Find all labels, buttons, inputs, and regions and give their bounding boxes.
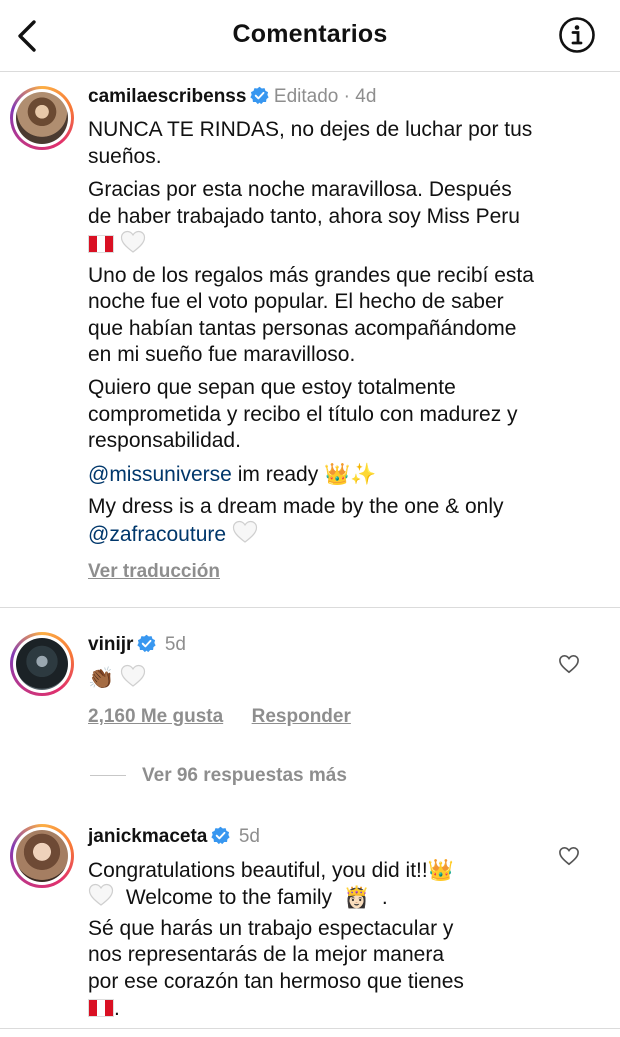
comment-period: . — [381, 886, 388, 909]
caption-line: noche fue el voto popular. El hecho de s… — [88, 290, 504, 313]
mention-missuniverse[interactable]: @missuniverse — [88, 463, 232, 486]
divider — [0, 607, 620, 608]
white-heart-icon — [120, 664, 146, 687]
sparkles-emoji: ✨ — [350, 462, 377, 486]
caption-line: comprometida y recibo el título con madu… — [88, 403, 518, 426]
page-title: Comentarios — [232, 20, 388, 48]
like-heart-icon[interactable] — [558, 846, 580, 866]
caption-line: que habían tantas personas acompañándome — [88, 317, 517, 340]
caption-line: Uno de los regalos más grandes que recib… — [88, 264, 534, 287]
caption-line: Gracias por esta noche maravillosa. Desp… — [88, 178, 512, 201]
verified-badge-icon — [211, 826, 230, 845]
clapping-hands-emoji: 👏🏾 — [88, 666, 115, 690]
white-heart-icon — [232, 520, 258, 543]
replies-dash — [90, 775, 126, 776]
caption-line: responsabilidad. — [88, 429, 241, 452]
caption-mention-line: @missuniverse im ready 👑✨ — [88, 461, 376, 488]
view-replies-button[interactable]: Ver 96 respuestas más — [142, 765, 347, 787]
crown-emoji: 👑 — [324, 462, 351, 486]
like-heart-icon[interactable] — [558, 654, 580, 674]
post-author-avatar[interactable] — [10, 86, 74, 150]
mention-zafracouture[interactable]: @zafracouture — [88, 523, 226, 546]
white-heart-icon — [88, 883, 114, 906]
caption-line: NUNCA TE RINDAS, no dejes de luchar por … — [88, 118, 533, 141]
comment-text: Welcome to the family — [125, 886, 333, 909]
comment-line: nos representarás de la mejor manera — [88, 943, 445, 966]
comment-line: Sé que harás un trabajo espectacular y — [88, 917, 454, 940]
verified-badge-icon — [137, 634, 157, 653]
comment-header: janickmaceta 5d — [88, 826, 260, 848]
post-edited-label: Editado — [273, 86, 339, 107]
commenter-avatar[interactable] — [10, 824, 74, 888]
post-header: camilaescribenss Editado · 4d — [88, 86, 377, 107]
comment-line: por ese corazón tan hermoso que tienes — [88, 970, 464, 993]
view-replies-label: Ver 96 respuestas más — [142, 765, 347, 786]
comment-line: Congratulations beautiful, you did it!!👑 — [88, 857, 454, 884]
comment-actions: 2,160 Me gusta Responder — [88, 706, 351, 728]
comment-username[interactable]: janickmaceta — [88, 826, 207, 847]
caption-line: My dress is a dream made by the one & on… — [88, 495, 504, 518]
post-time: 4d — [355, 86, 377, 107]
see-translation-link[interactable]: Ver traducción — [88, 561, 220, 583]
comment-text: Congratulations beautiful, you did it!! — [88, 859, 428, 882]
white-heart-icon — [120, 230, 145, 253]
comment-time: 5d — [164, 634, 186, 655]
comment-line: Welcome to the family 👸🏻 . — [88, 883, 388, 911]
princess-emoji: 👸🏻 — [343, 885, 371, 909]
comment-header: vinijr 5d — [88, 634, 186, 656]
caption-line: sueños. — [88, 145, 162, 168]
caption-mention-line: @zafracouture — [88, 520, 258, 548]
see-translation-label: Ver traducción — [88, 561, 220, 582]
caption-line: Quiero que sepan que estoy totalmente — [88, 376, 456, 399]
commenter-avatar[interactable] — [10, 632, 74, 696]
comment-emoji-line: . — [88, 996, 120, 1022]
comment-time: 5d — [238, 826, 260, 847]
likes-count-link[interactable]: 2,160 Me gusta — [88, 706, 223, 727]
reply-link[interactable]: Responder — [252, 706, 351, 727]
header-bar: Comentarios — [0, 0, 620, 72]
caption-line: en mi sueño fue maravilloso. — [88, 343, 356, 366]
comment-period: . — [114, 997, 120, 1020]
comment-username[interactable]: vinijr — [88, 634, 133, 655]
caption-text: im ready — [237, 463, 319, 486]
comment-text: 👏🏾 — [88, 664, 146, 692]
divider — [0, 1028, 620, 1029]
caption-line: de haber trabajado tanto, ahora soy Miss… — [88, 205, 520, 228]
post-username[interactable]: camilaescribenss — [88, 86, 246, 107]
caption-emoji-line — [88, 230, 146, 258]
info-icon[interactable] — [558, 16, 596, 54]
verified-badge-icon — [250, 86, 270, 105]
peru-flag-icon — [88, 999, 114, 1017]
crown-emoji: 👑 — [427, 858, 454, 882]
peru-flag-icon — [88, 235, 114, 253]
